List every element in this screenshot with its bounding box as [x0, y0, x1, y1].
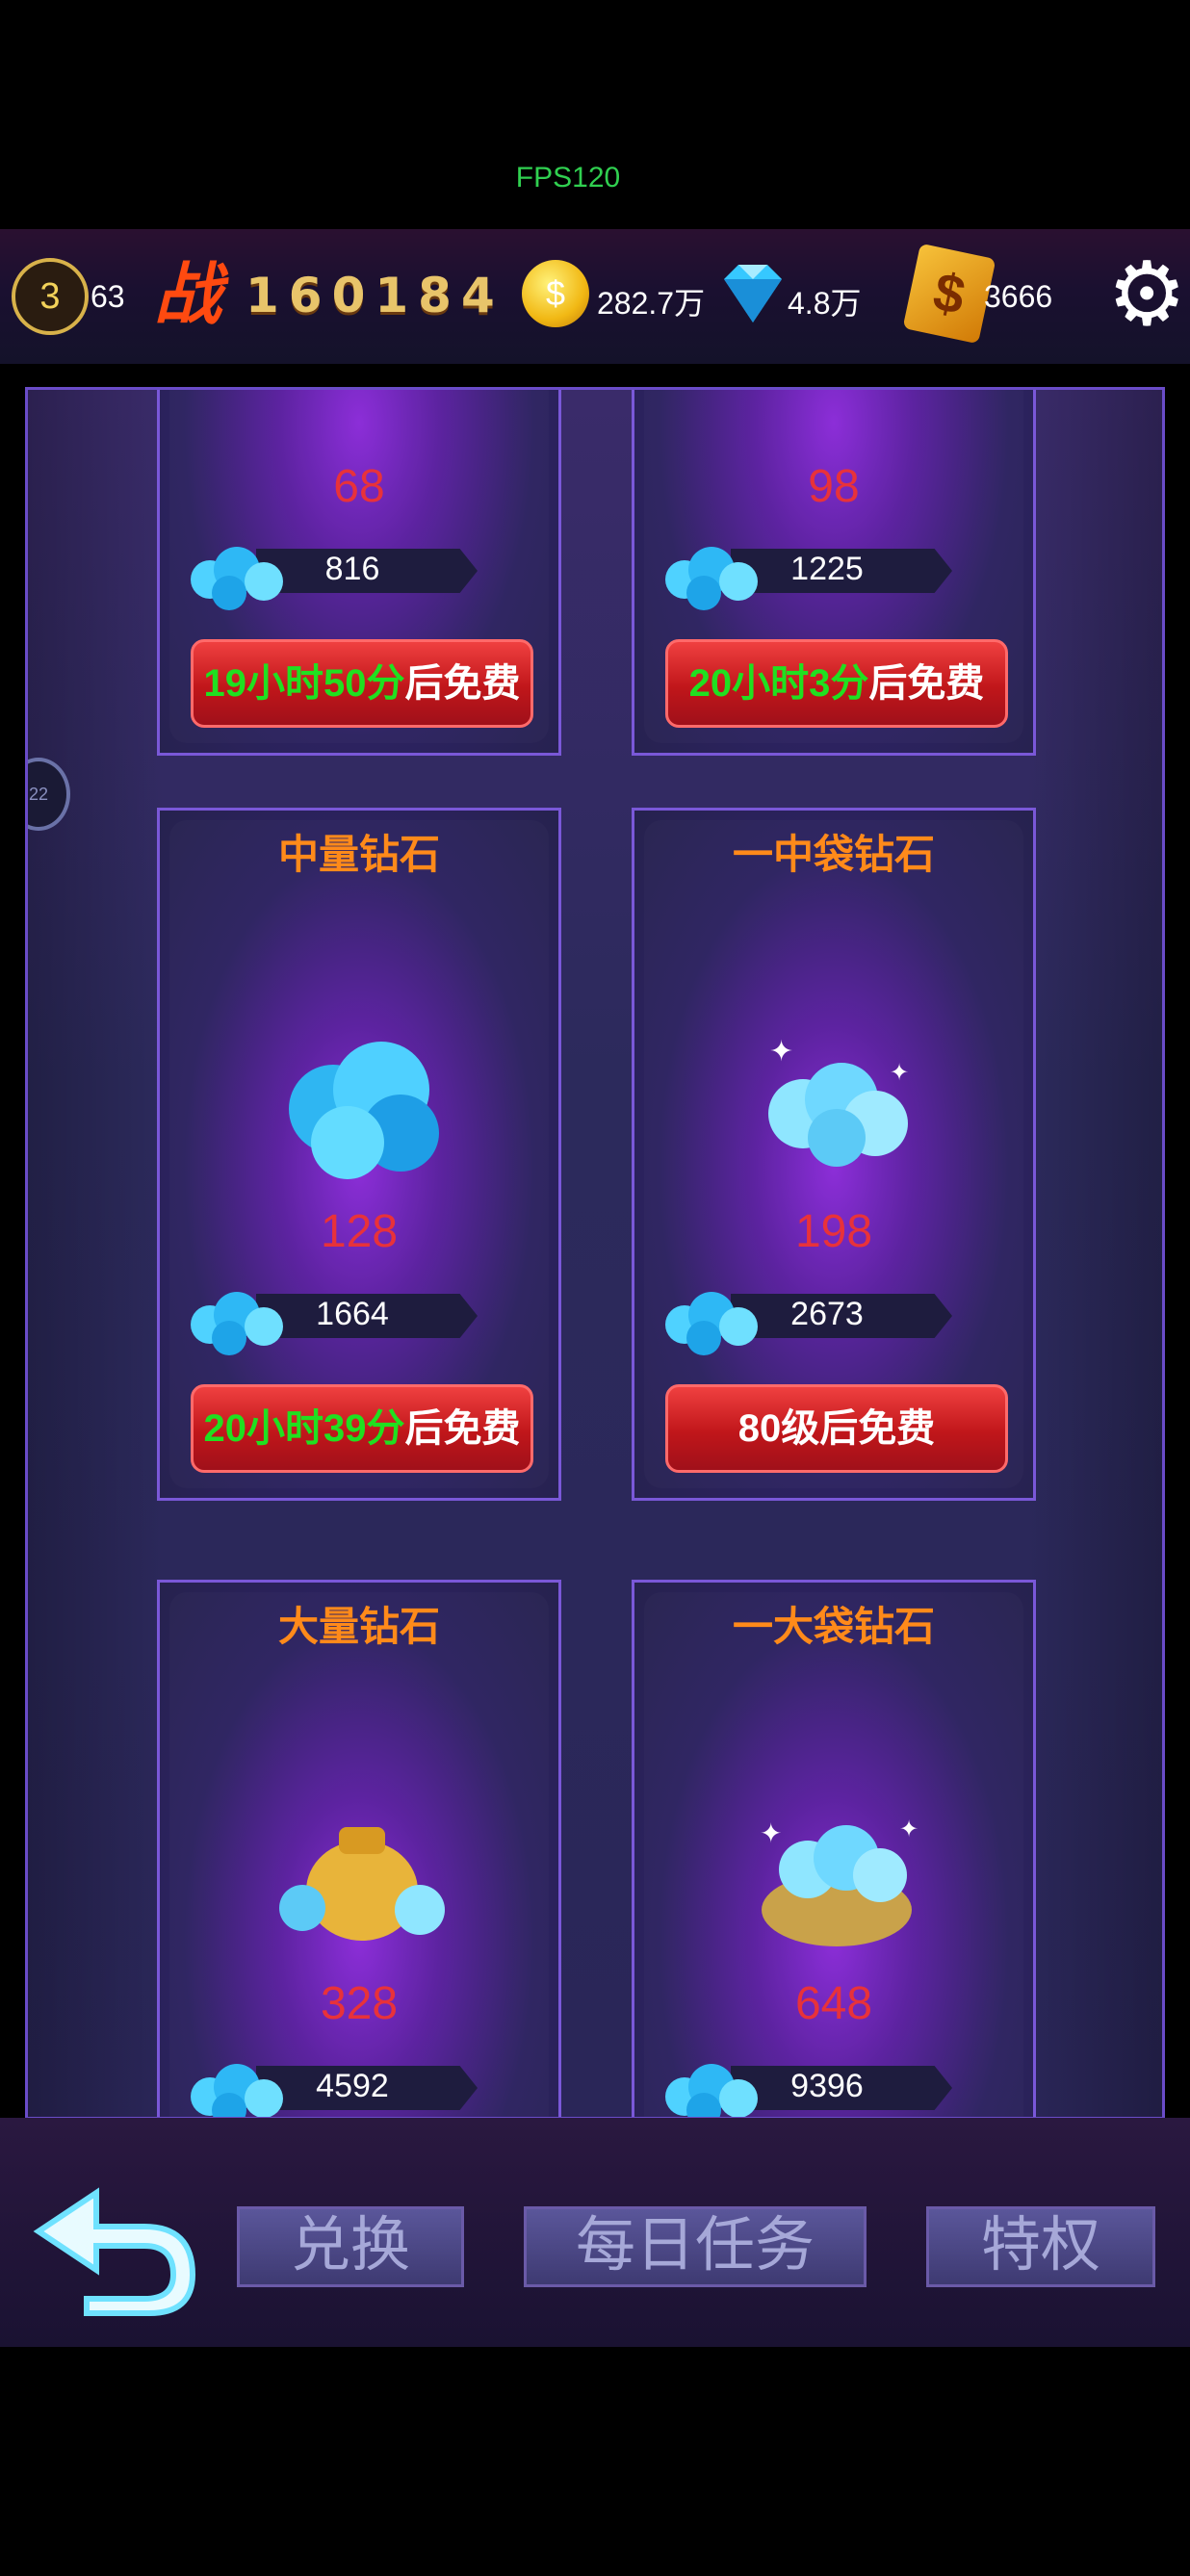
svg-text:✦: ✦ [769, 1036, 793, 1068]
shop-item-large-bag-diamonds[interactable]: 一大袋钻石 ✦ ✦ 648 9396 [632, 1580, 1036, 2117]
free-claim-button[interactable]: 80级后免费 [665, 1384, 1008, 1473]
gold-coin-icon: $ [522, 260, 589, 327]
diamond-value: 4.8万 [788, 286, 862, 321]
shop-item-98[interactable]: 98 1225 20小时3分后免费 [632, 390, 1036, 756]
shop-item-medium-bag-diamonds[interactable]: 一中袋钻石 ✦ ✦ 198 2673 80级后免费 [632, 808, 1036, 1501]
shop-item-large-diamonds[interactable]: 大量钻石 328 4592 [157, 1580, 561, 2117]
item-name: 一中袋钻石 [732, 832, 935, 877]
power-icon: 战 [154, 254, 221, 334]
tab-daily-tasks[interactable]: 每日任务 [524, 2206, 867, 2287]
item-price: 68 [333, 461, 385, 512]
diamond-icon [724, 265, 782, 322]
sparkling-diamonds-icon: ✦✦ [768, 1036, 909, 1167]
top-status-bar: 3 63 战 160184 $ 282.7万 4.8万 $ 3666 ⚙ [0, 229, 1190, 364]
svg-text:✦: ✦ [760, 1818, 782, 1848]
settings-gear-icon[interactable]: ⚙ [1107, 246, 1190, 343]
free-claim-button[interactable]: 19小时50分后免费 [191, 639, 533, 728]
item-price: 98 [808, 461, 860, 512]
item-quantity: 1664 [316, 1296, 389, 1332]
item-price: 648 [794, 1978, 873, 2029]
free-claim-button[interactable]: 20小时39分后免费 [191, 1384, 533, 1473]
diamond-cluster-icon [289, 1042, 439, 1179]
open-bag-diamonds-icon: ✦ ✦ [760, 1816, 918, 1946]
item-quantity: 4592 [316, 2068, 389, 2104]
combat-power-value: 160184 [246, 268, 504, 323]
gold-value: 282.7万 [597, 286, 706, 321]
shop-item-68[interactable]: 68 816 19小时50分后免费 [157, 390, 561, 756]
free-claim-button[interactable]: 20小时3分后免费 [665, 639, 1008, 728]
level-badge[interactable]: 3 [12, 258, 89, 335]
tab-privileges[interactable]: 特权 [926, 2206, 1155, 2287]
svg-text:✦: ✦ [890, 1060, 909, 1086]
card-currency-icon: $ [902, 243, 996, 345]
back-arrow-icon[interactable] [29, 2174, 202, 2318]
gold-bag-diamonds-icon [279, 1827, 445, 1941]
fps-counter: FPS120 [515, 162, 621, 193]
svg-text:✦: ✦ [899, 1816, 918, 1842]
item-quantity: 9396 [790, 2068, 864, 2104]
item-quantity: 1225 [790, 551, 864, 587]
item-price: 198 [794, 1206, 873, 1257]
energy-value: 63 [91, 279, 125, 314]
bottom-nav-bar: 兑换 每日任务 特权 [0, 2118, 1190, 2347]
diamond-shop-panel: 22 68 816 19小时50分后免费 98 1225 20小时3分后免费 中… [25, 387, 1165, 2120]
tab-exchange[interactable]: 兑换 [237, 2206, 464, 2287]
card-value: 3666 [984, 279, 1053, 314]
item-name: 大量钻石 [277, 1604, 440, 1649]
item-name: 中量钻石 [277, 832, 440, 877]
item-price: 128 [320, 1206, 399, 1257]
shop-item-medium-diamonds[interactable]: 中量钻石 128 1664 20小时39分后免费 [157, 808, 561, 1501]
item-price: 328 [320, 1978, 399, 2029]
item-name: 一大袋钻石 [732, 1604, 935, 1649]
item-quantity: 2673 [790, 1296, 864, 1332]
item-quantity: 816 [324, 551, 380, 587]
